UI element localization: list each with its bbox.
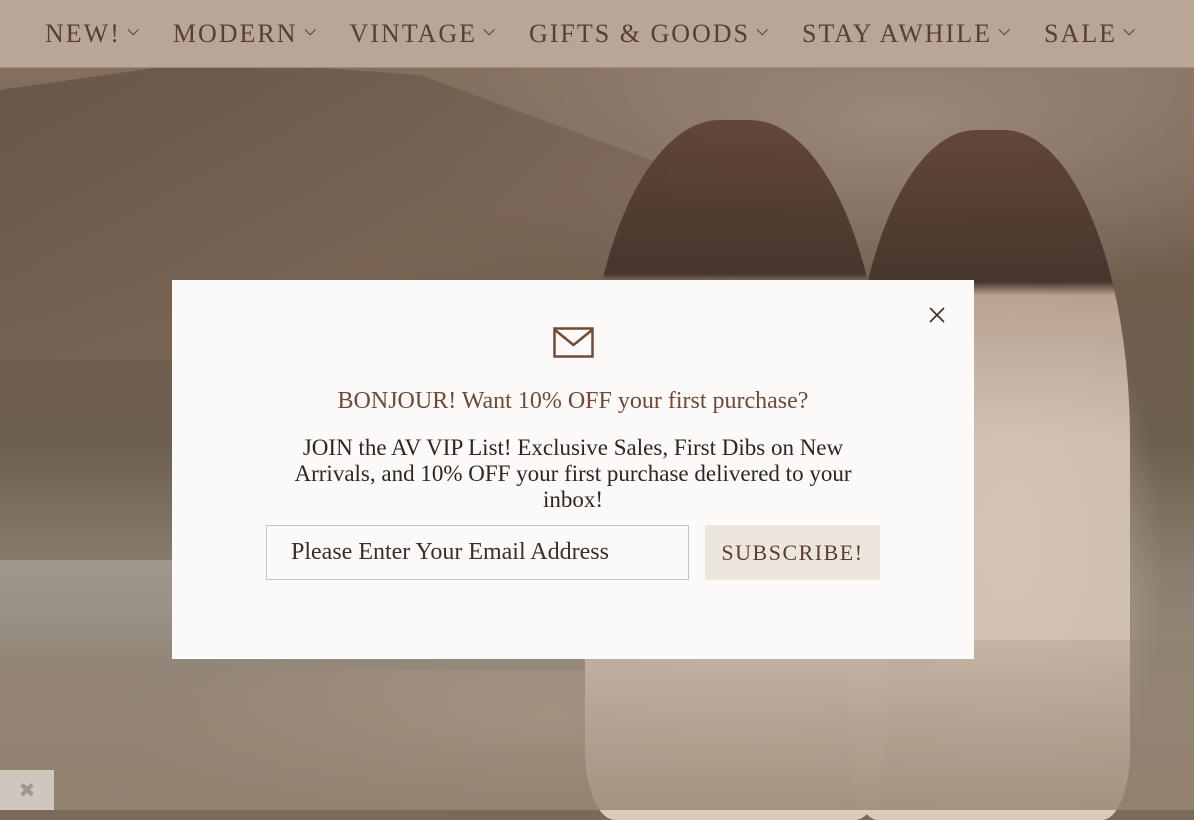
nav-item-label: MODERN bbox=[172, 18, 298, 48]
chevron-down-icon bbox=[483, 23, 495, 35]
chevron-down-icon bbox=[756, 23, 768, 35]
nav-item-stay-awhile[interactable]: STAY AWHILE bbox=[782, 19, 1024, 49]
subscribe-button[interactable]: SUBSCRIBE! bbox=[705, 525, 880, 580]
nav-item-label: GIFTS & GOODS bbox=[528, 18, 751, 48]
nav-item-modern[interactable]: MODERN bbox=[153, 19, 330, 49]
popup-description: JOIN the AV VIP List! Exclusive Sales, F… bbox=[294, 435, 852, 512]
close-icon[interactable] bbox=[928, 306, 946, 324]
newsletter-popup: BONJOUR! Want 10% OFF your first purchas… bbox=[172, 280, 974, 659]
corner-widget[interactable]: ✖ bbox=[0, 770, 54, 810]
close-icon[interactable]: ✖ bbox=[19, 778, 36, 802]
mail-icon bbox=[553, 327, 594, 363]
chevron-down-icon bbox=[127, 23, 139, 35]
chevron-down-icon bbox=[1123, 23, 1135, 35]
chevron-down-icon bbox=[304, 23, 316, 35]
nav-item-vintage[interactable]: VINTAGE bbox=[330, 19, 509, 49]
nav-item-gifts-goods[interactable]: GIFTS & GOODS bbox=[509, 19, 782, 49]
nav-item-new[interactable]: NEW! bbox=[25, 19, 153, 49]
main-navigation: NEW! MODERN VINTAGE GIFTS & GOODS STAY A… bbox=[0, 0, 1194, 68]
nav-item-sale[interactable]: SALE bbox=[1024, 19, 1149, 49]
chevron-down-icon bbox=[998, 23, 1010, 35]
nav-item-label: NEW! bbox=[45, 18, 121, 48]
nav-item-label: STAY AWHILE bbox=[802, 18, 992, 48]
nav-item-label: SALE bbox=[1043, 18, 1117, 48]
email-field[interactable] bbox=[266, 525, 689, 580]
popup-heading: BONJOUR! Want 10% OFF your first purchas… bbox=[337, 388, 809, 414]
nav-item-label: VINTAGE bbox=[349, 18, 477, 48]
